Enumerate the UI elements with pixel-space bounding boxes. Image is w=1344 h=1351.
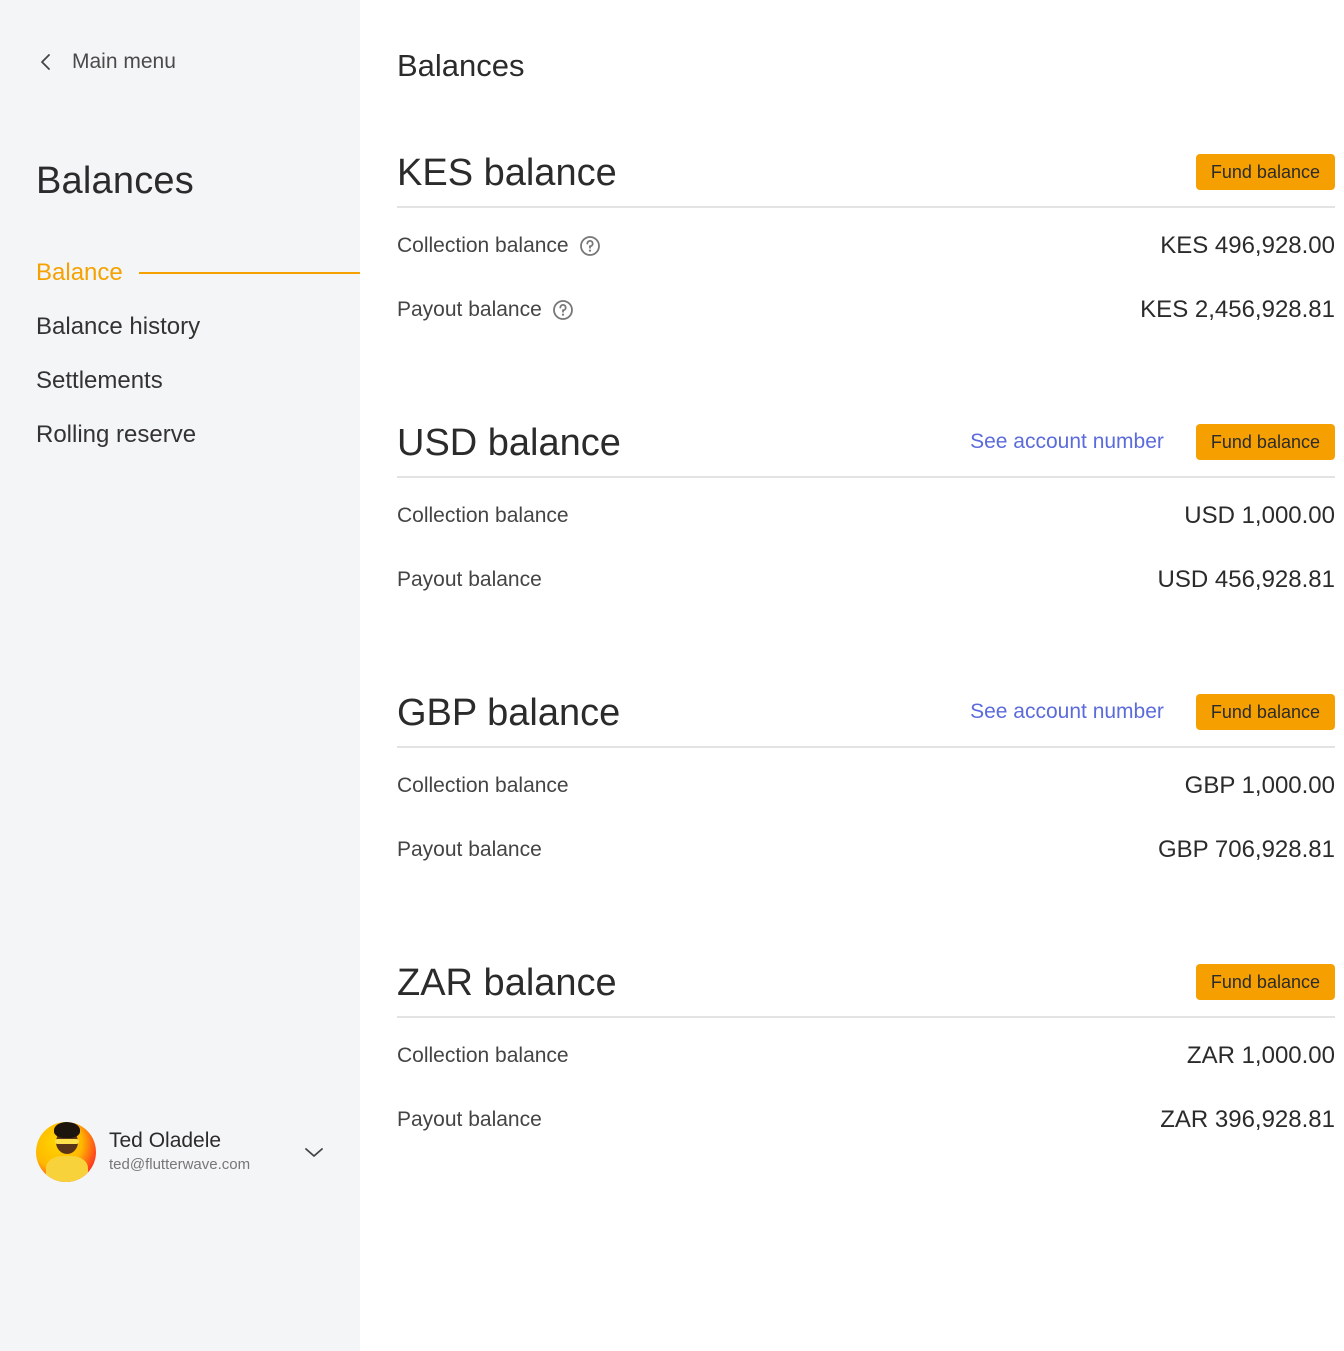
card-title: USD balance (397, 422, 621, 464)
card-header: GBP balance See account number Fund bala… (397, 692, 1335, 748)
help-icon[interactable] (552, 299, 574, 321)
card-title: KES balance (397, 152, 617, 194)
row-label: Collection balance (397, 234, 569, 257)
row-label-wrap: Collection balance (397, 1044, 569, 1068)
row-value: USD 1,000.00 (1184, 502, 1335, 529)
see-account-number-link[interactable]: See account number (970, 700, 1164, 724)
zar-balance-card: ZAR balance Fund balance Collection bala… (397, 962, 1335, 1152)
payout-balance-row: Payout balance KES 2,456,928.81 (397, 278, 1335, 342)
row-value: GBP 1,000.00 (1184, 772, 1335, 799)
row-label-wrap: Payout balance (397, 298, 574, 322)
row-label: Collection balance (397, 774, 569, 797)
page-title: Balances (397, 48, 525, 83)
payout-balance-row: Payout balance USD 456,928.81 (397, 548, 1335, 612)
row-label: Collection balance (397, 1044, 569, 1067)
row-value: ZAR 396,928.81 (1160, 1106, 1335, 1133)
sidebar: Main menu Balances Balance Balance histo… (0, 0, 360, 1351)
user-name: Ted Oladele (109, 1129, 222, 1152)
collection-balance-row: Collection balance KES 496,928.00 (397, 214, 1335, 278)
user-info: Ted Oladele ted@flutterwave.com (109, 1128, 294, 1176)
payout-balance-row: Payout balance GBP 706,928.81 (397, 818, 1335, 882)
gbp-balance-card: GBP balance See account number Fund bala… (397, 692, 1335, 882)
row-label-wrap: Collection balance (397, 774, 569, 798)
chevron-left-icon (41, 54, 50, 70)
payout-balance-row: Payout balance ZAR 396,928.81 (397, 1088, 1335, 1152)
sidebar-title: Balances (36, 160, 194, 202)
fund-balance-button[interactable]: Fund balance (1195, 694, 1335, 730)
see-account-number-link[interactable]: See account number (970, 430, 1164, 454)
card-header: USD balance See account number Fund bala… (397, 422, 1335, 478)
avatar (36, 1122, 96, 1182)
sidebar-item-balance-history[interactable]: Balance history (36, 300, 360, 354)
main-menu-label: Main menu (72, 50, 176, 73)
user-email: ted@flutterwave.com (109, 1156, 251, 1173)
sidebar-item-label: Settlements (36, 367, 163, 394)
row-label-wrap: Collection balance (397, 504, 569, 528)
collection-balance-row: Collection balance USD 1,000.00 (397, 484, 1335, 548)
row-label-wrap: Collection balance (397, 234, 601, 258)
card-header: ZAR balance Fund balance (397, 962, 1335, 1018)
sidebar-nav: Balance Balance history Settlements Roll… (36, 246, 360, 462)
card-actions: See account number Fund balance (970, 694, 1335, 730)
row-value: KES 2,456,928.81 (1140, 296, 1335, 323)
active-indicator (138, 272, 360, 274)
sidebar-item-label: Balance (36, 259, 123, 286)
row-value: GBP 706,928.81 (1157, 836, 1335, 863)
sidebar-item-balance[interactable]: Balance (36, 246, 360, 300)
row-value: USD 456,928.81 (1157, 566, 1335, 593)
card-actions: Fund balance (1195, 964, 1335, 1000)
row-label-wrap: Payout balance (397, 1108, 542, 1132)
card-title: ZAR balance (397, 962, 617, 1004)
row-value: KES 496,928.00 (1160, 232, 1335, 259)
row-label: Payout balance (397, 298, 542, 321)
row-label: Payout balance (397, 1108, 542, 1131)
fund-balance-button[interactable]: Fund balance (1195, 424, 1335, 460)
chevron-down-icon[interactable] (302, 1140, 326, 1164)
row-value: ZAR 1,000.00 (1186, 1042, 1335, 1069)
row-label-wrap: Payout balance (397, 838, 542, 862)
help-icon[interactable] (579, 235, 601, 257)
main-menu-back-link[interactable]: Main menu (36, 50, 176, 74)
user-menu[interactable]: Ted Oladele ted@flutterwave.com (36, 1122, 326, 1182)
collection-balance-row: Collection balance ZAR 1,000.00 (397, 1024, 1335, 1088)
fund-balance-button[interactable]: Fund balance (1195, 964, 1335, 1000)
kes-balance-card: KES balance Fund balance Collection bala… (397, 152, 1335, 342)
card-actions: See account number Fund balance (970, 424, 1335, 460)
row-label: Payout balance (397, 838, 542, 861)
row-label: Collection balance (397, 504, 569, 527)
card-actions: Fund balance (1195, 154, 1335, 190)
sidebar-item-label: Rolling reserve (36, 421, 197, 448)
card-title: GBP balance (397, 692, 621, 734)
sidebar-item-label: Balance history (36, 313, 201, 340)
card-header: KES balance Fund balance (397, 152, 1335, 208)
usd-balance-card: USD balance See account number Fund bala… (397, 422, 1335, 612)
collection-balance-row: Collection balance GBP 1,000.00 (397, 754, 1335, 818)
sidebar-item-settlements[interactable]: Settlements (36, 354, 360, 408)
row-label-wrap: Payout balance (397, 568, 542, 592)
sidebar-item-rolling-reserve[interactable]: Rolling reserve (36, 408, 360, 462)
fund-balance-button[interactable]: Fund balance (1195, 154, 1335, 190)
row-label: Payout balance (397, 568, 542, 591)
